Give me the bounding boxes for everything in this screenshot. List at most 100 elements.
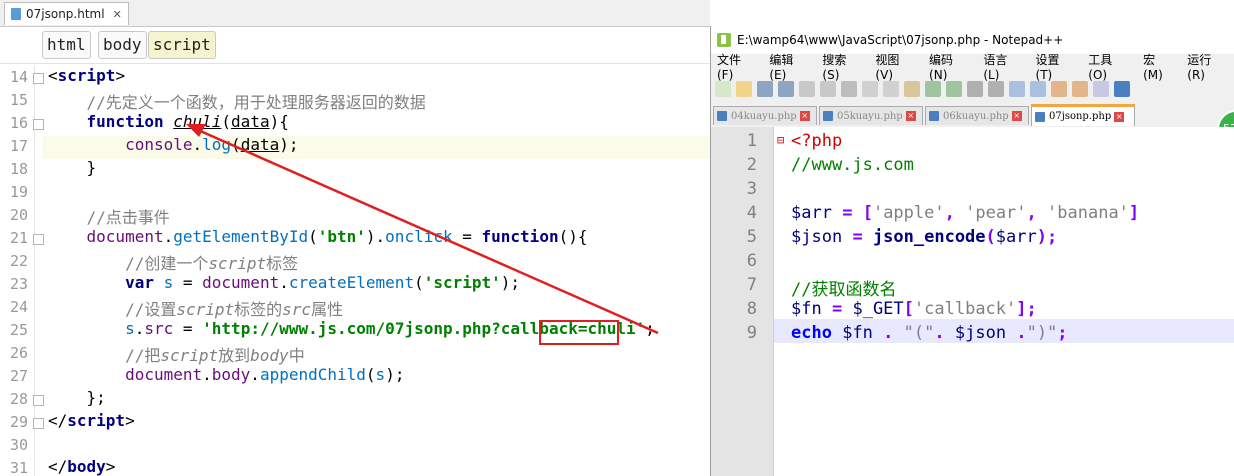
code-token: ); [1036,227,1058,247]
tab-close-icon[interactable]: × [799,111,810,121]
save-all-icon[interactable] [778,81,794,97]
code-token: 放到 [218,346,251,365]
ide-editor: 07jsonp.html ✕ html body script 14 <scrip… [0,0,710,476]
code-line: </script> [48,411,135,430]
code-token: = [452,227,482,246]
fold-marker-icon[interactable] [33,73,44,84]
fold-open-icon[interactable]: ⊟ [777,133,784,147]
open-folder-icon[interactable] [736,81,752,97]
code-token: ")" [1026,323,1058,343]
line-number: 20 [9,206,28,224]
code-token: $json [791,227,843,247]
line-number: 1 [746,131,757,151]
tab-close-icon[interactable]: × [1114,111,1125,122]
breadcrumb-html[interactable]: html [42,31,91,59]
copy-icon[interactable] [883,81,899,97]
code-token: 'callback' [913,299,1017,319]
fold-marker-icon[interactable] [33,119,44,130]
code-line: //把script放到body中 [48,342,305,366]
code-token: body [67,457,106,476]
code-token: getElementById [173,227,309,246]
code-token: json_encode [872,227,986,247]
code-token: data [240,135,280,154]
code-token: //获取函数名 [791,280,897,300]
new-file-icon[interactable] [715,81,731,97]
paste-icon[interactable] [904,81,920,97]
code-token: onclick [385,227,453,246]
code-token: s [163,273,174,292]
code-token: body [211,365,251,384]
code-line: <script> [48,66,125,85]
code-token: document [48,227,164,246]
code-token: = [173,273,203,292]
code-token: = [852,227,863,247]
code-token: . [250,365,260,384]
line-number: 4 [746,203,757,223]
code-token: ( [221,112,232,131]
word-wrap-icon[interactable] [1072,81,1088,97]
code-token: > [105,457,116,476]
replace-icon[interactable] [988,81,1004,97]
code-token: chuli [173,112,222,131]
npp-editor[interactable]: 123456789 ⊟ <?php//www.js.com $arr = ['app… [711,127,1234,476]
breadcrumb-body[interactable]: body [98,31,147,59]
code-token: script [208,254,267,273]
zoom-out-icon[interactable] [1030,81,1046,97]
tab-close-icon[interactable]: × [905,111,916,121]
code-token: script [67,411,126,430]
code-token: $fn [791,299,822,319]
line-number: 15 [9,91,28,109]
doc-tab-label: 06kuayu.php [943,110,1009,122]
doc-tab[interactable]: 07jsonp.php × [1031,104,1135,126]
code-token: document [202,273,280,292]
code-token: . [883,323,894,343]
tab-close-icon[interactable]: × [1011,111,1022,121]
line-number: 22 [9,252,28,270]
line-number: 19 [9,183,28,201]
close-file-icon[interactable] [799,81,815,97]
code-token: ; [1057,323,1068,343]
fold-marker-icon[interactable] [33,418,44,429]
code-token: s [48,319,135,338]
line-number: 7 [746,275,757,295]
notepadpp-window: E:\wamp64\www\JavaScript\07jsonp.php - N… [710,26,1234,476]
cut-icon[interactable] [862,81,878,97]
doc-tab[interactable]: 05kuayu.php × [819,106,923,125]
code-token: //把 [48,346,161,365]
menu-bar: 文件(F) 编辑(E) 搜索(S) 视图(V) 编码(N) 语言(L) 设置(T) 工具(O)… [711,53,1234,82]
code-line: $json = json_encode($arr); [791,227,1057,247]
indent-guide-icon[interactable] [1114,81,1130,97]
fold-marker-icon[interactable] [33,395,44,406]
line-number-gutter: 1 2 3 4 5 6 7 8 9 [711,127,774,476]
close-icon[interactable]: ✕ [113,8,122,21]
doc-tab[interactable]: 04kuayu.php × [713,106,817,125]
save-icon[interactable] [757,81,773,97]
code-line: $arr = ['apple', 'pear', 'banana'] [791,203,1139,223]
fold-marker-icon[interactable] [33,234,44,245]
zoom-in-icon[interactable] [1009,81,1025,97]
show-all-chars-icon[interactable] [1093,81,1109,97]
doc-tab-label: 05kuayu.php [837,110,903,122]
print-icon[interactable] [841,81,857,97]
redo-icon[interactable] [946,81,962,97]
breadcrumb-script[interactable]: script [148,31,216,59]
code-line: //创建一个script标签 [48,250,298,274]
undo-icon[interactable] [925,81,941,97]
file-tab[interactable]: 07jsonp.html ✕ [4,2,129,25]
find-icon[interactable] [967,81,983,97]
line-number: 14 [9,68,28,86]
code-token: [ [903,299,914,319]
close-all-icon[interactable] [820,81,836,97]
code-token: <?php [791,131,843,151]
doc-tab[interactable]: 06kuayu.php × [925,106,1029,125]
code-token: ); [500,273,521,292]
sync-scroll-icon[interactable] [1051,81,1067,97]
code-token: (){ [558,227,588,246]
code-token: ; [645,319,655,338]
file-tab-label: 07jsonp.html [26,7,105,21]
code-line: </body> [48,457,115,476]
